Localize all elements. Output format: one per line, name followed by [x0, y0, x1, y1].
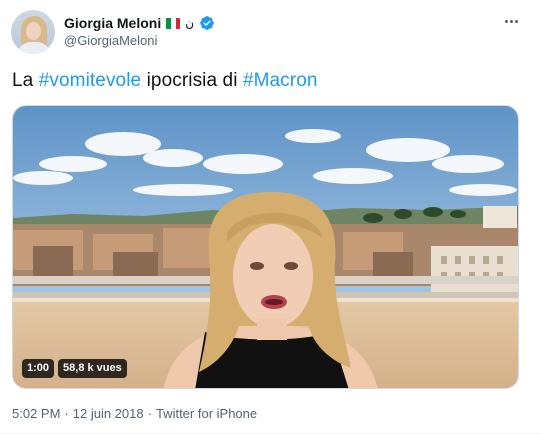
tweet-time[interactable]: 5:02 PM: [12, 406, 60, 421]
author-handle[interactable]: @GiorgiaMeloni: [64, 33, 157, 48]
video-duration-badge: 1:00: [22, 359, 55, 378]
dot-icon: [509, 19, 513, 23]
separator: ·: [147, 406, 152, 421]
author-name-row: Giorgia Meloni ن: [64, 13, 215, 33]
separator: ·: [64, 406, 69, 421]
video-thumbnail: [13, 106, 518, 388]
verified-badge-icon: [200, 16, 214, 30]
hashtag-link[interactable]: #vomitevole: [39, 70, 141, 91]
italy-flag-icon: [166, 17, 181, 29]
tweet-source[interactable]: Twitter for iPhone: [156, 406, 257, 421]
avatar[interactable]: [11, 10, 55, 54]
hashtag-link[interactable]: #Macron: [243, 70, 318, 91]
dot-icon: [504, 19, 508, 23]
tweet-text: La #vomitevole ipocrisia di #Macron: [12, 70, 318, 92]
tweet-date[interactable]: 12 juin 2018: [73, 406, 144, 421]
tweet-text-prefix: La: [12, 70, 39, 91]
tweet-text-middle: ipocrisia di: [141, 70, 243, 91]
extra-emoji: ن: [185, 16, 195, 30]
more-options-button[interactable]: [500, 10, 522, 32]
tweet-meta: 5:02 PM · 12 juin 2018 · Twitter for iPh…: [12, 406, 257, 421]
video-views-badge: 58,8 k vues: [58, 359, 127, 378]
video-player[interactable]: 1:00 58,8 k vues: [12, 105, 519, 389]
tweet-card: Giorgia Meloni ن @GiorgiaMeloni La #vomi…: [0, 0, 540, 434]
author-display-name[interactable]: Giorgia Meloni: [64, 15, 161, 31]
dot-icon: [514, 19, 518, 23]
video-badges: 1:00 58,8 k vues: [22, 359, 127, 378]
